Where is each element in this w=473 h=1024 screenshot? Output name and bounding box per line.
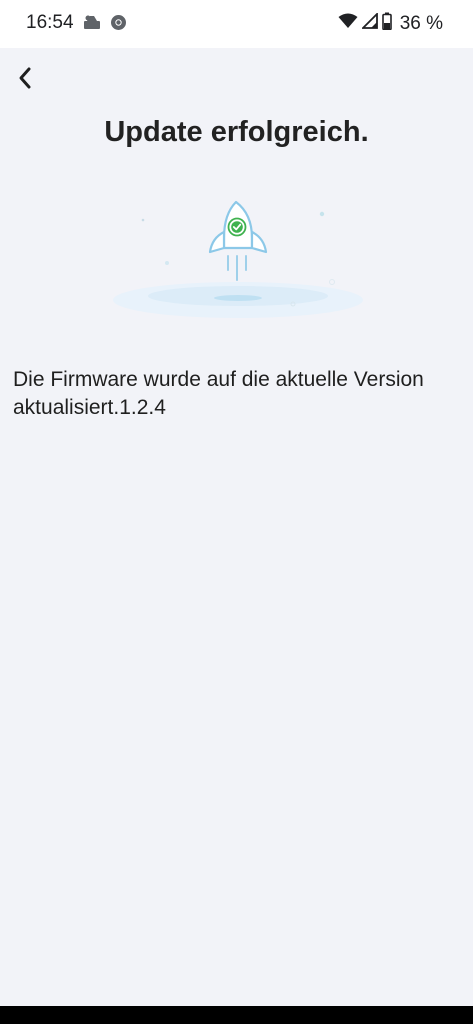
back-button[interactable] [10,63,40,93]
chevron-left-icon [19,67,31,89]
illustration [110,190,370,340]
battery-icon [381,12,392,35]
status-bar: 16:54 36 % [0,0,473,48]
wifi-icon [338,13,358,34]
status-time: 16:54 [26,12,74,33]
status-left-icons [82,13,127,36]
firmware-message: Die Firmware wurde auf die aktuelle Vers… [13,368,424,419]
battery-percentage: 36 % [399,12,443,34]
signal-icon [360,11,378,34]
status-right: 36 % [338,11,443,35]
chrome-icon [110,14,127,36]
navigation-bar [0,1006,473,1024]
notification-icon [82,13,102,36]
rocket-check-icon [113,200,363,318]
page-title: Update erfolgreich. [104,116,369,148]
screen: 16:54 36 % Update erfolgreich. Die Firmw… [0,0,473,1024]
